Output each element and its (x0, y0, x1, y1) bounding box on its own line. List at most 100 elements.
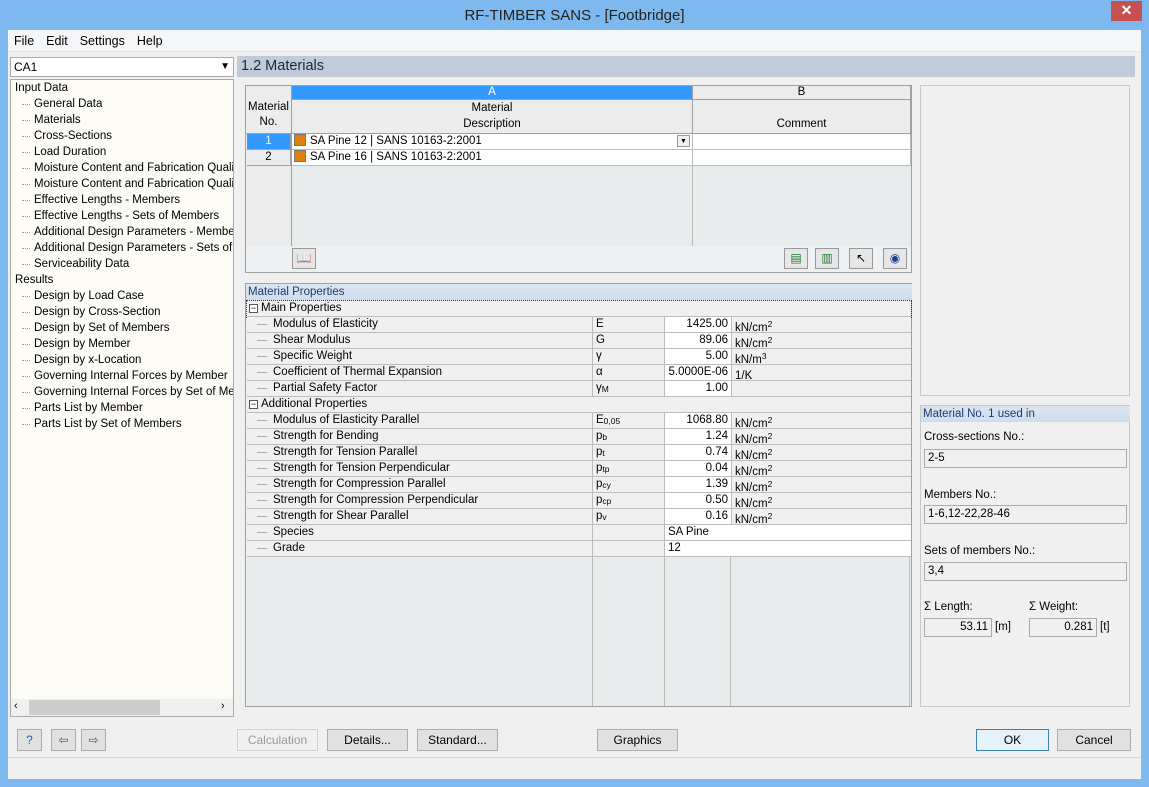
close-button[interactable]: ✕ (1111, 1, 1142, 21)
property-value[interactable]: 5.0000E-06 (665, 365, 732, 381)
row-number-1[interactable]: 1 (247, 134, 291, 150)
property-row: Strength for Compression Perpendicular pc… (247, 493, 911, 509)
dropdown-arrow-icon[interactable]: ▼ (677, 135, 690, 147)
property-value[interactable]: 1068.80 (665, 413, 732, 429)
tree-item[interactable]: Design by x-Location (21, 352, 141, 368)
tree-item[interactable]: Cross-Sections (22, 128, 112, 144)
tree-item[interactable]: Design by Set of Members (22, 320, 170, 336)
tree-item[interactable]: Governing Internal Forces by Set of Mem (21, 384, 233, 400)
comment-cell[interactable] (693, 134, 911, 150)
property-value[interactable]: 0.74 (665, 445, 732, 461)
calculation-button[interactable]: Calculation (237, 729, 318, 751)
tree-item[interactable]: Design by Load Case (22, 288, 144, 304)
tree-item[interactable]: Parts List by Set of Members (22, 416, 182, 432)
tree-item[interactable]: Serviceability Data (21, 256, 129, 272)
material-properties-panel: Material Properties − Main Properties Modu… (245, 283, 912, 707)
members-label: Members No.: (924, 489, 997, 501)
scroll-right-icon[interactable]: › (221, 700, 225, 712)
property-name-text: Strength for Compression Parallel (273, 478, 446, 490)
next-window-icon[interactable]: ⇨ (81, 729, 106, 751)
property-unit: kN/cm2 (732, 429, 911, 445)
property-value[interactable]: 1425.00 (665, 317, 732, 333)
unit-text: kN/cm (735, 498, 768, 509)
tree-item[interactable]: Input Data (15, 80, 68, 96)
material-library-book-icon[interactable]: 📖 (292, 248, 316, 269)
help-icon[interactable]: ? (17, 729, 42, 751)
material-usage-panel: Material No. 1 used in Cross-sections No… (920, 405, 1130, 707)
property-value[interactable]: 0.50 (665, 493, 732, 509)
tree-item[interactable]: Parts List by Member (22, 400, 143, 416)
tree-item[interactable]: Additional Design Parameters - Members (21, 224, 233, 240)
property-value[interactable]: 5.00 (665, 349, 732, 365)
collapse-icon[interactable]: − (249, 304, 258, 313)
graphics-button[interactable]: Graphics (597, 729, 678, 751)
property-value[interactable]: 0.04 (665, 461, 732, 477)
property-unit: kN/cm2 (732, 333, 911, 349)
property-symbol: pcy (593, 477, 665, 493)
property-symbol: E0,05 (593, 413, 665, 429)
cancel-button[interactable]: Cancel (1057, 729, 1131, 751)
property-value[interactable]: 1.24 (665, 429, 732, 445)
property-name: Shear Modulus (247, 333, 593, 349)
menu-file[interactable]: File (8, 30, 40, 52)
comment-cell[interactable] (693, 150, 911, 166)
ok-button[interactable]: OK (976, 729, 1049, 751)
property-value[interactable]: 89.06 (665, 333, 732, 349)
tree-item[interactable]: Materials (22, 112, 81, 128)
symbol-text: E (596, 414, 604, 426)
excel-export-icon[interactable]: ▤ (784, 248, 808, 269)
property-unit: kN/cm2 (732, 461, 911, 477)
tree-item[interactable]: Effective Lengths - Sets of Members (21, 208, 219, 224)
material-description-cell[interactable]: SA Pine 16 | SANS 10163-2:2001 (292, 150, 693, 166)
material-description-cell[interactable]: SA Pine 12 | SANS 10163-2:2001 ▼ (292, 134, 693, 150)
tree-item[interactable]: Effective Lengths - Members (21, 192, 180, 208)
column-b-header[interactable]: B (693, 86, 911, 100)
standard-button[interactable]: Standard... (417, 729, 498, 751)
menu-edit[interactable]: Edit (40, 30, 74, 52)
menu-settings[interactable]: Settings (74, 30, 131, 52)
scroll-left-icon[interactable]: ‹ (14, 700, 18, 712)
pick-cursor-icon[interactable]: ↖ (849, 248, 873, 269)
tree-item[interactable]: Additional Design Parameters - Sets of M… (21, 240, 233, 256)
tree-item[interactable]: Moisture Content and Fabrication Quality (21, 176, 233, 192)
view-eye-icon[interactable]: ◉ (883, 248, 907, 269)
property-value[interactable]: 0.16 (665, 509, 732, 525)
tree-item[interactable]: Governing Internal Forces by Member (22, 368, 228, 384)
tree-item[interactable]: General Data (21, 96, 102, 112)
symbol-subscript: tp (602, 464, 610, 474)
tree-item[interactable]: Design by Cross-Section (22, 304, 161, 320)
property-symbol: E (593, 317, 665, 333)
header-text: Material (471, 102, 513, 114)
property-group-header[interactable]: − Additional Properties (247, 397, 911, 413)
property-row: Specific Weight γ 5.00 kN/m3 (247, 349, 911, 365)
collapse-icon[interactable]: − (249, 400, 258, 409)
property-value[interactable]: SA Pine (665, 525, 911, 541)
column-a-header[interactable]: A (292, 86, 693, 100)
unit-text: kN/cm (735, 322, 768, 333)
tree-horizontal-scrollbar[interactable]: ‹ › (11, 699, 233, 716)
status-bar (8, 757, 1141, 779)
property-row: Coefficient of Thermal Expansion α 5.0000E… (247, 365, 911, 381)
symbol-text: γ (596, 350, 602, 362)
row-number-2[interactable]: 2 (247, 150, 291, 166)
tree-item[interactable]: Load Duration (21, 144, 106, 160)
tree-item[interactable]: Results (15, 272, 53, 288)
details-button[interactable]: Details... (327, 729, 408, 751)
previous-window-icon[interactable]: ⇦ (51, 729, 76, 751)
load-case-select[interactable]: CA1 ▼ (10, 57, 234, 77)
tree-item[interactable]: Moisture Content and Fabrication Quality (21, 160, 233, 176)
tree-item[interactable]: Design by Member (22, 336, 131, 352)
menu-help[interactable]: Help (131, 30, 169, 52)
property-value[interactable]: 1.39 (665, 477, 732, 493)
property-value[interactable]: 12 (665, 541, 911, 557)
property-row: Partial Safety Factor γM 1.00 (247, 381, 911, 397)
property-name-text: Strength for Shear Parallel (273, 510, 409, 522)
unit-exponent: 2 (767, 463, 773, 473)
unit-exponent: 2 (767, 447, 773, 457)
excel-import-icon[interactable]: ▥ (815, 248, 839, 269)
material-color-swatch (294, 150, 306, 162)
property-name: Modulus of Elasticity Parallel (247, 413, 593, 429)
property-value[interactable]: 1.00 (665, 381, 732, 397)
property-group-header[interactable]: − Main Properties (246, 300, 912, 318)
scroll-thumb[interactable] (29, 700, 160, 715)
